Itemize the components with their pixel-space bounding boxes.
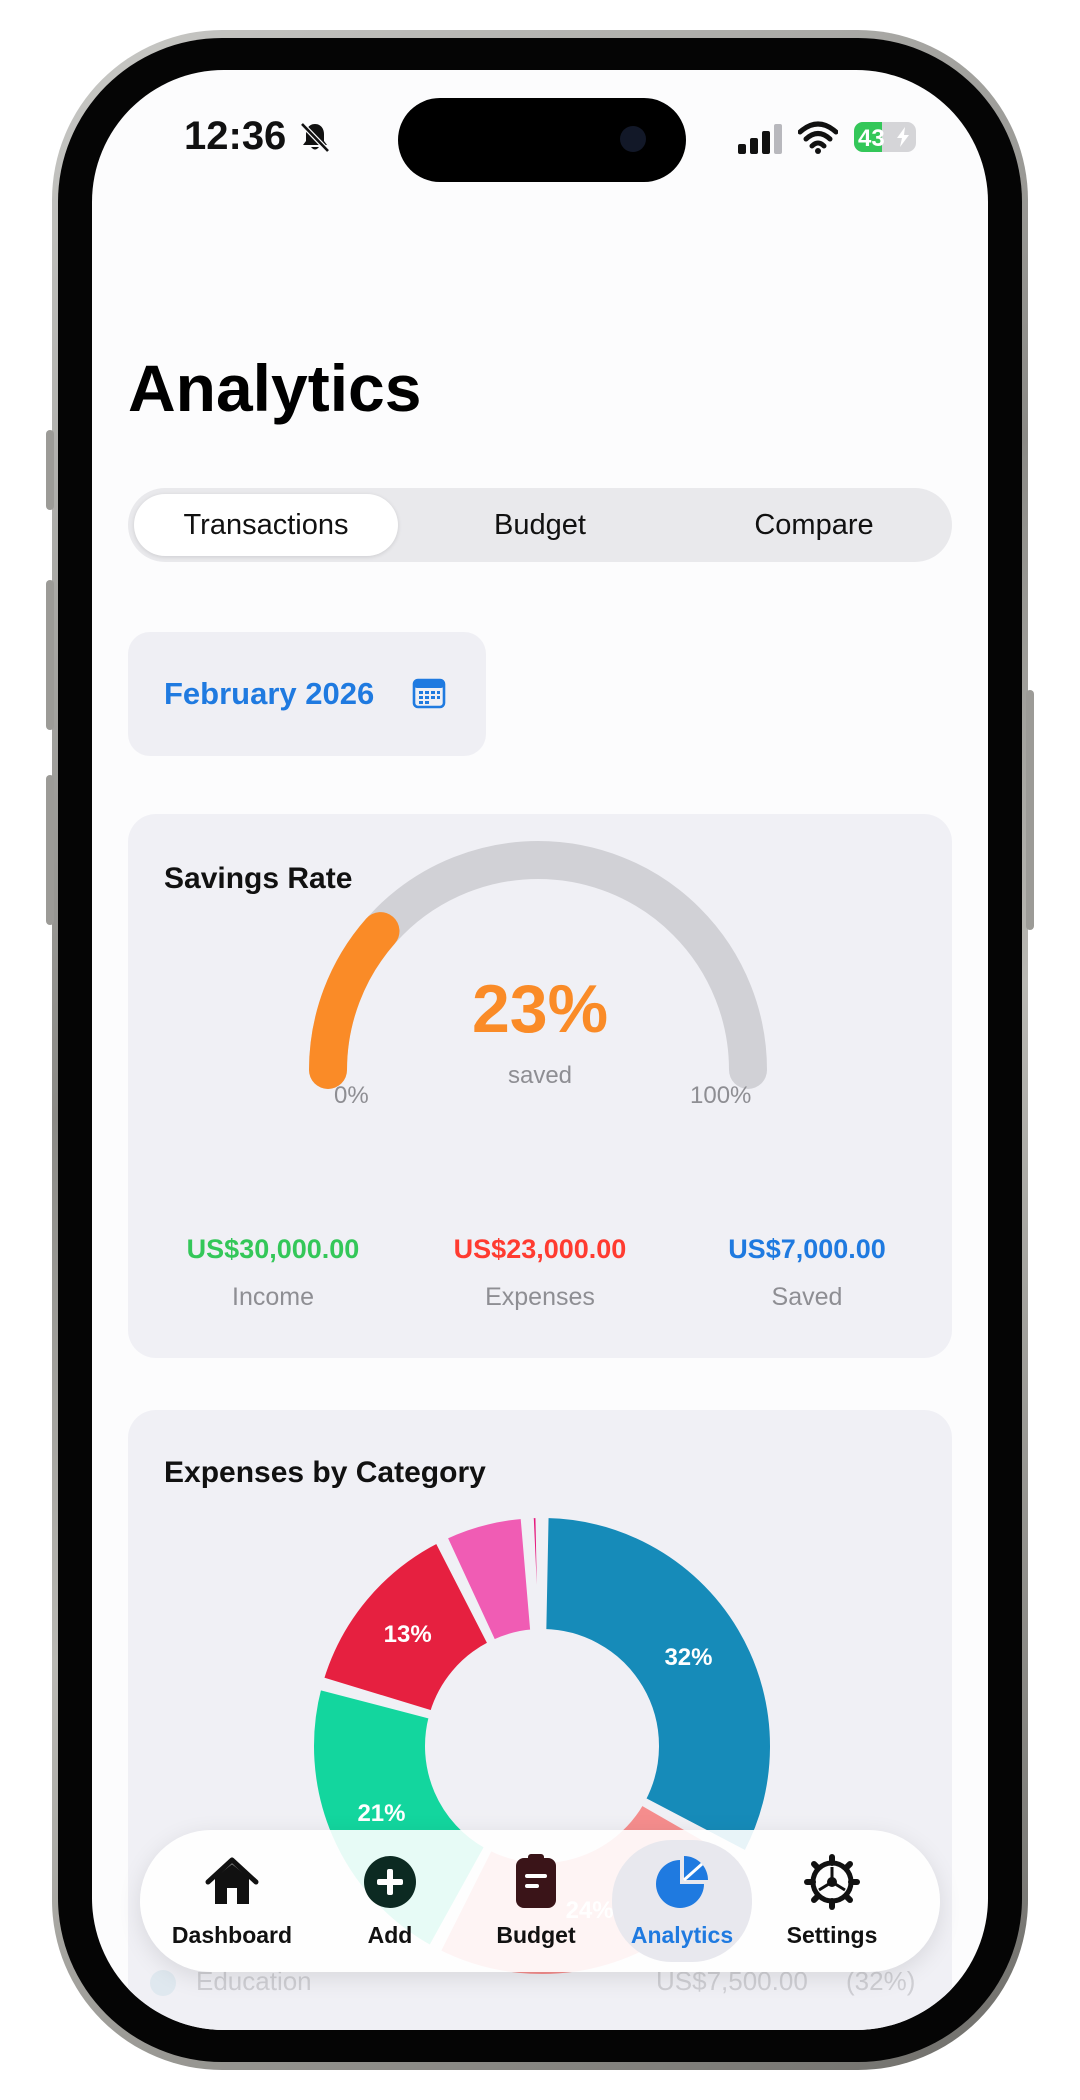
bell-slash-icon (300, 122, 330, 153)
category-dot (150, 1970, 176, 1996)
segmented-control: Transactions Budget Compare (128, 488, 952, 562)
device-volume-up (46, 580, 54, 730)
expenses-label: Expenses (485, 1283, 595, 1311)
tab-dashboard-label: Dashboard (171, 1922, 293, 1948)
front-camera (620, 126, 646, 152)
expenses-by-category-title: Expenses by Category (164, 1456, 486, 1489)
tab-settings-label: Settings (786, 1922, 878, 1948)
income-value: US$30,000.00 (186, 1234, 360, 1264)
screen: 12:36 43 Analytics Transactions Budget C… (92, 70, 988, 2030)
wifi-icon (798, 121, 838, 154)
donut-slice-0[interactable] (542, 1514, 774, 1855)
income-label: Income (232, 1283, 314, 1311)
house-icon (205, 1857, 259, 1904)
gauge-min-label: 0% (334, 1082, 369, 1109)
battery-level: 43 (858, 125, 885, 152)
donut-label-2: 21% (357, 1799, 406, 1827)
tab-add-label: Add (367, 1922, 413, 1948)
month-label: February 2026 (164, 676, 375, 711)
donut-label-3: 13% (383, 1621, 432, 1649)
month-picker-button[interactable]: February 2026 (128, 632, 486, 756)
tab-analytics[interactable]: Analytics (612, 1840, 752, 1962)
savings-percent: 23% (471, 971, 609, 1047)
expenses-value: US$23,000.00 (453, 1234, 627, 1264)
saved-label: Saved (771, 1283, 843, 1311)
tab-analytics-label: Analytics (630, 1922, 734, 1948)
tab-bar: Dashboard Add Budget Analytics Settings (140, 1830, 940, 1972)
tab-dashboard[interactable]: Dashboard (162, 1840, 302, 1962)
tab-add[interactable]: Add (320, 1840, 460, 1962)
tab-budget-label: Budget (496, 1922, 576, 1948)
device-power-button (1026, 690, 1034, 930)
cellular-signal-icon (738, 124, 782, 154)
tab-budget[interactable]: Budget (466, 1840, 606, 1962)
saved-stat: US$7,000.00 Saved (682, 1234, 932, 1312)
tab-settings[interactable]: Settings (762, 1840, 902, 1962)
calendar-icon (412, 678, 446, 709)
plus-circle-icon (364, 1856, 416, 1908)
segment-compare[interactable]: Compare (682, 494, 946, 556)
donut-label-0: 32% (664, 1644, 713, 1672)
status-time: 12:36 (184, 114, 287, 158)
savings-subtitle: saved (507, 1062, 573, 1089)
device-silent-switch (46, 430, 54, 510)
pie-chart-icon (656, 1856, 708, 1908)
segment-transactions[interactable]: Transactions (134, 494, 398, 556)
clipboard-icon (516, 1854, 556, 1908)
charging-bolt-icon (897, 127, 909, 147)
gauge-max-label: 100% (690, 1082, 752, 1109)
expenses-stat: US$23,000.00 Expenses (415, 1234, 665, 1312)
battery-indicator: 43 (854, 122, 916, 152)
savings-rate-card: Savings Rate 23% saved 0% 100% US$30,000… (128, 814, 952, 1358)
segment-budget[interactable]: Budget (408, 494, 672, 556)
income-stat: US$30,000.00 Income (148, 1234, 398, 1312)
saved-value: US$7,000.00 (728, 1234, 886, 1264)
page-title: Analytics (128, 351, 422, 425)
category-row-education[interactable]: Education US$7,500.00 (32%) (150, 1966, 940, 2006)
donut-slice-5[interactable] (529, 1514, 542, 1634)
gear-icon (804, 1854, 860, 1910)
device-volume-down (46, 775, 54, 925)
